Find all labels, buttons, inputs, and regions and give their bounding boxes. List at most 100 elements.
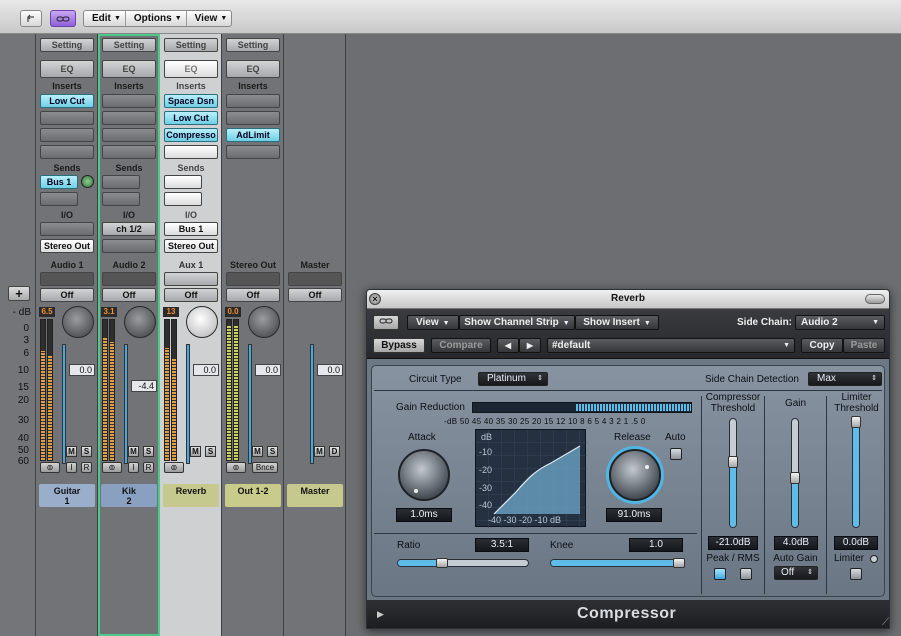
- setting-button[interactable]: Setting: [226, 38, 280, 52]
- gain-value[interactable]: 4.0dB: [774, 536, 818, 550]
- stereo-link-icon[interactable]: ⊚: [226, 462, 246, 473]
- add-channel-button[interactable]: +: [8, 286, 30, 301]
- stereo-link-icon[interactable]: ⊚: [40, 462, 60, 473]
- insert-slot-1[interactable]: [226, 94, 280, 108]
- insert-slot-1[interactable]: [102, 94, 156, 108]
- bounce-button[interactable]: Bnce: [252, 462, 278, 473]
- insert-slot-2[interactable]: [226, 111, 280, 125]
- fader-value[interactable]: 0.0: [69, 364, 95, 376]
- solo-button[interactable]: S: [81, 446, 92, 457]
- limiter-checkbox[interactable]: [850, 568, 862, 580]
- automation-mode[interactable]: Off: [288, 288, 342, 302]
- insert-slot-2[interactable]: Low Cut: [164, 111, 218, 125]
- resize-grip-icon[interactable]: ⟋: [882, 617, 889, 628]
- ratio-slider-thumb[interactable]: [436, 558, 449, 568]
- gain-slider[interactable]: [790, 418, 800, 528]
- output-slot[interactable]: [102, 239, 156, 253]
- setting-button[interactable]: Setting: [40, 38, 94, 52]
- insert-slot-3[interactable]: [102, 128, 156, 142]
- stereo-link-icon[interactable]: ⊚: [102, 462, 122, 473]
- previous-preset-button[interactable]: ◀: [497, 338, 519, 353]
- input-slot[interactable]: Bus 1: [164, 222, 218, 236]
- record-enable-button[interactable]: R: [143, 462, 154, 473]
- rms-button[interactable]: [740, 568, 752, 580]
- release-value[interactable]: 91.0ms: [606, 508, 662, 522]
- ratio-value[interactable]: 3.5:1: [475, 538, 529, 552]
- view-menu[interactable]: View ▼: [187, 11, 232, 26]
- eq-button[interactable]: EQ: [40, 60, 94, 78]
- insert-slot-3[interactable]: Compresso: [164, 128, 218, 142]
- fader-value[interactable]: 0.0: [193, 364, 219, 376]
- insert-slot-4[interactable]: [226, 145, 280, 159]
- output-slot[interactable]: Stereo Out: [164, 239, 218, 253]
- insert-slot-4[interactable]: [102, 145, 156, 159]
- insert-slot-4[interactable]: [40, 145, 94, 159]
- link-icon[interactable]: [50, 10, 76, 27]
- record-enable-button[interactable]: R: [81, 462, 92, 473]
- show-insert-menu[interactable]: Show Insert ▼: [575, 315, 659, 330]
- group-slot[interactable]: [102, 272, 156, 286]
- setting-button[interactable]: Setting: [102, 38, 156, 52]
- track-name-tag[interactable]: Guitar 1: [39, 484, 95, 507]
- next-preset-button[interactable]: ▶: [519, 338, 541, 353]
- pan-knob[interactable]: [186, 306, 218, 338]
- mute-button[interactable]: M: [190, 446, 201, 457]
- paste-button[interactable]: Paste: [843, 338, 885, 353]
- ratio-slider[interactable]: [397, 558, 529, 568]
- preset-menu[interactable]: #default ▼: [547, 338, 795, 353]
- mute-button[interactable]: M: [66, 446, 77, 457]
- pan-knob[interactable]: [62, 306, 94, 338]
- close-icon[interactable]: ×: [369, 293, 381, 305]
- dim-button[interactable]: D: [329, 446, 340, 457]
- fader-value[interactable]: -4.4: [131, 380, 157, 392]
- knee-slider[interactable]: [550, 558, 686, 568]
- limiter-threshold-value[interactable]: 0.0dB: [834, 536, 878, 550]
- auto-release-checkbox[interactable]: [670, 448, 682, 460]
- compressor-threshold-value[interactable]: -21.0dB: [708, 536, 758, 550]
- input-slot[interactable]: ch 1/2: [102, 222, 156, 236]
- compressor-threshold-thumb[interactable]: [728, 456, 738, 469]
- view-menu[interactable]: View ▼: [407, 315, 459, 330]
- track-name-tag[interactable]: Master: [287, 484, 343, 507]
- copy-button[interactable]: Copy: [801, 338, 843, 353]
- side-chain-detection-menu[interactable]: Max ⇕: [808, 372, 882, 386]
- automation-mode[interactable]: Off: [102, 288, 156, 302]
- send-level-knob[interactable]: [81, 175, 94, 188]
- group-slot[interactable]: [164, 272, 218, 286]
- input-monitor-button[interactable]: I: [66, 462, 77, 473]
- track-name-tag[interactable]: Out 1-2: [225, 484, 281, 507]
- mute-button[interactable]: M: [252, 446, 263, 457]
- back-arrow-icon[interactable]: [20, 10, 42, 27]
- knee-slider-thumb[interactable]: [673, 558, 686, 568]
- eq-button[interactable]: EQ: [226, 60, 280, 78]
- show-channel-strip-menu[interactable]: Show Channel Strip ▼: [459, 315, 575, 330]
- pan-knob[interactable]: [248, 306, 280, 338]
- edit-menu[interactable]: Edit ▼: [84, 11, 126, 26]
- compressor-threshold-slider[interactable]: [728, 418, 738, 528]
- automation-mode[interactable]: Off: [40, 288, 94, 302]
- input-monitor-button[interactable]: I: [128, 462, 139, 473]
- send-slot-2[interactable]: [40, 192, 78, 206]
- insert-slot-2[interactable]: [102, 111, 156, 125]
- output-slot[interactable]: Stereo Out: [40, 239, 94, 253]
- mute-button[interactable]: M: [314, 446, 325, 457]
- send-slot-1[interactable]: [164, 175, 202, 189]
- fader-value[interactable]: 0.0: [255, 364, 281, 376]
- send-slot-1[interactable]: Bus 1: [40, 175, 78, 189]
- peak-button[interactable]: [714, 568, 726, 580]
- eq-button[interactable]: EQ: [102, 60, 156, 78]
- auto-gain-menu[interactable]: Off ⇕: [774, 566, 818, 580]
- setting-button[interactable]: Setting: [164, 38, 218, 52]
- solo-button[interactable]: S: [267, 446, 278, 457]
- track-name-tag[interactable]: Kik 2: [101, 484, 157, 507]
- stereo-link-icon[interactable]: ⊚: [164, 462, 184, 473]
- group-slot[interactable]: [226, 272, 280, 286]
- attack-knob[interactable]: [398, 449, 450, 501]
- group-slot[interactable]: [40, 272, 94, 286]
- automation-mode[interactable]: Off: [226, 288, 280, 302]
- send-slot-1[interactable]: [102, 175, 140, 189]
- attack-value[interactable]: 1.0ms: [396, 508, 452, 522]
- options-menu[interactable]: Options ▼: [126, 11, 187, 26]
- fader-value[interactable]: 0.0: [317, 364, 343, 376]
- input-slot[interactable]: [40, 222, 94, 236]
